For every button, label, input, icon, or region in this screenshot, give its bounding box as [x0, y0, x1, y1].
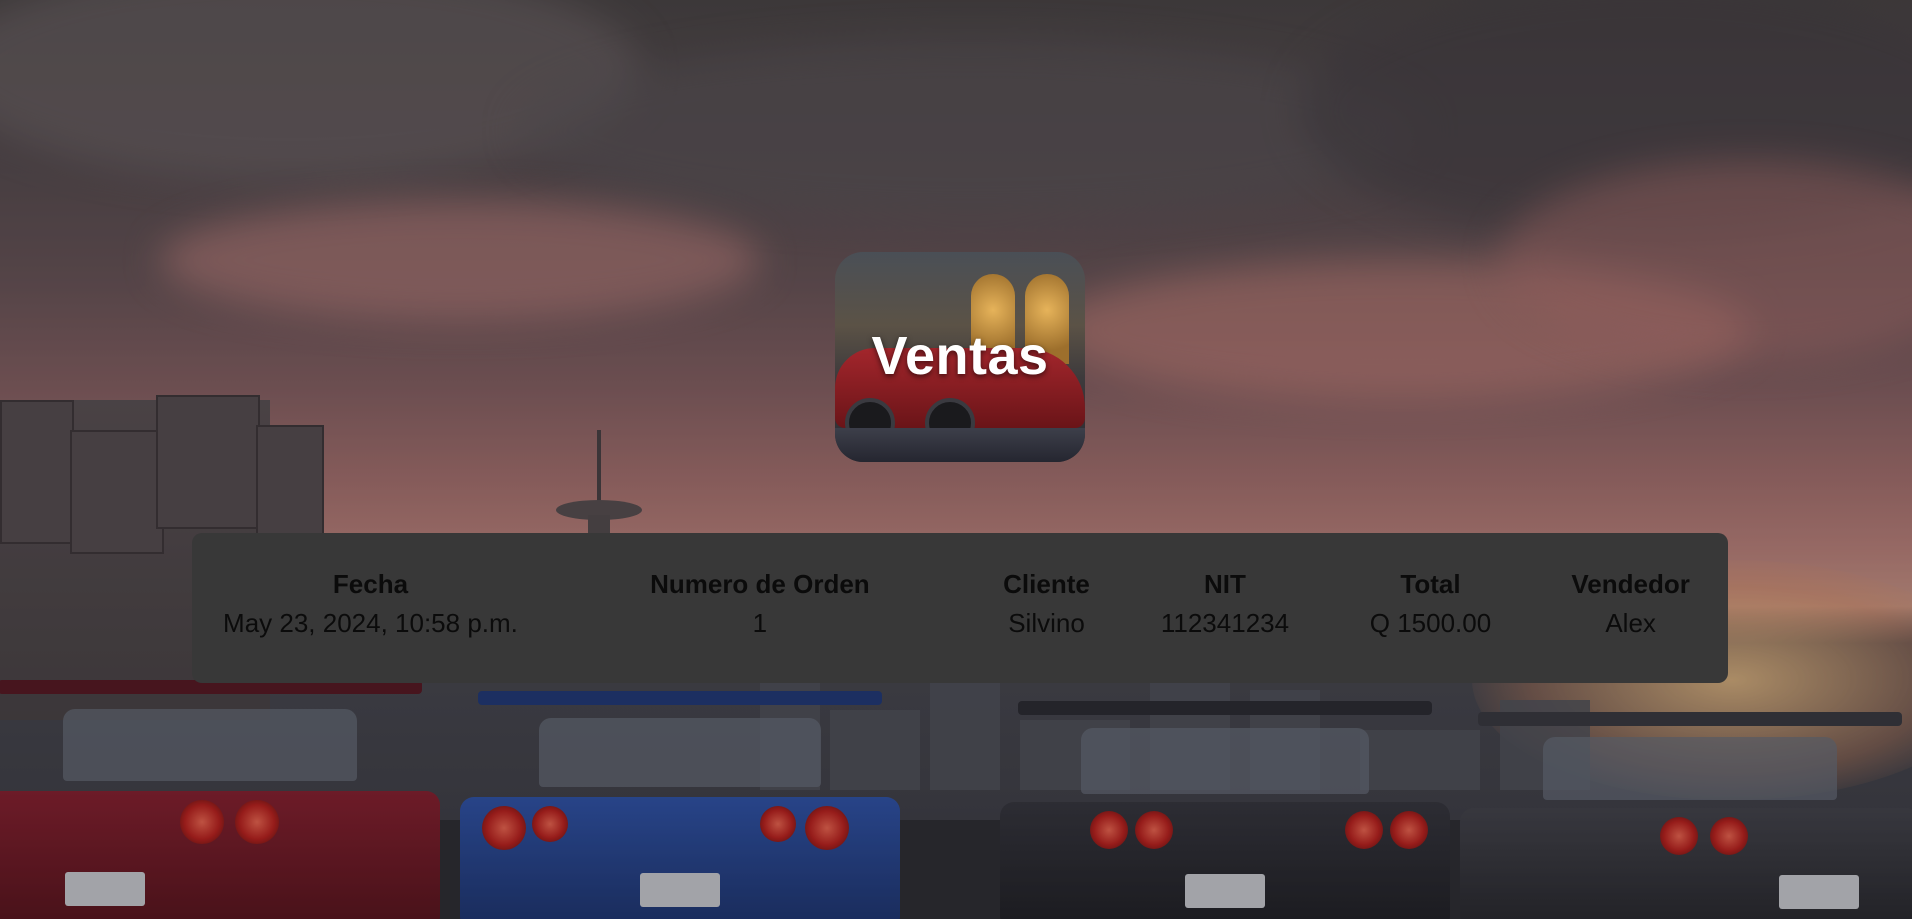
logo-road: [835, 428, 1085, 462]
table-row: May 23, 2024, 10:58 p.m. 1 Silvino 11234…: [192, 602, 1728, 645]
cell-numero-orden: 1: [752, 608, 768, 638]
column-header-total: Total: [1400, 569, 1461, 599]
page-title: Ventas: [871, 326, 1049, 386]
column-header-cliente: Cliente: [1003, 569, 1090, 599]
cell-total: Q 1500.00: [1369, 608, 1492, 638]
cell-vendedor: Alex: [1605, 608, 1656, 638]
column-header-nit: NIT: [1204, 569, 1246, 599]
column-header-vendedor: Vendedor: [1571, 569, 1690, 599]
column-header-fecha: Fecha: [332, 569, 409, 599]
cell-fecha: May 23, 2024, 10:58 p.m.: [223, 608, 518, 638]
table-header-row: Fecha Numero de Orden Cliente NIT Total …: [192, 567, 1728, 602]
cell-nit: 112341234: [1160, 608, 1290, 638]
cell-cliente: Silvino: [1008, 608, 1085, 638]
sales-table: Fecha Numero de Orden Cliente NIT Total …: [192, 567, 1728, 645]
sales-table-panel: Fecha Numero de Orden Cliente NIT Total …: [192, 533, 1728, 683]
column-header-numero-orden: Numero de Orden: [650, 569, 870, 599]
header-logo-card: Ventas: [835, 252, 1085, 462]
